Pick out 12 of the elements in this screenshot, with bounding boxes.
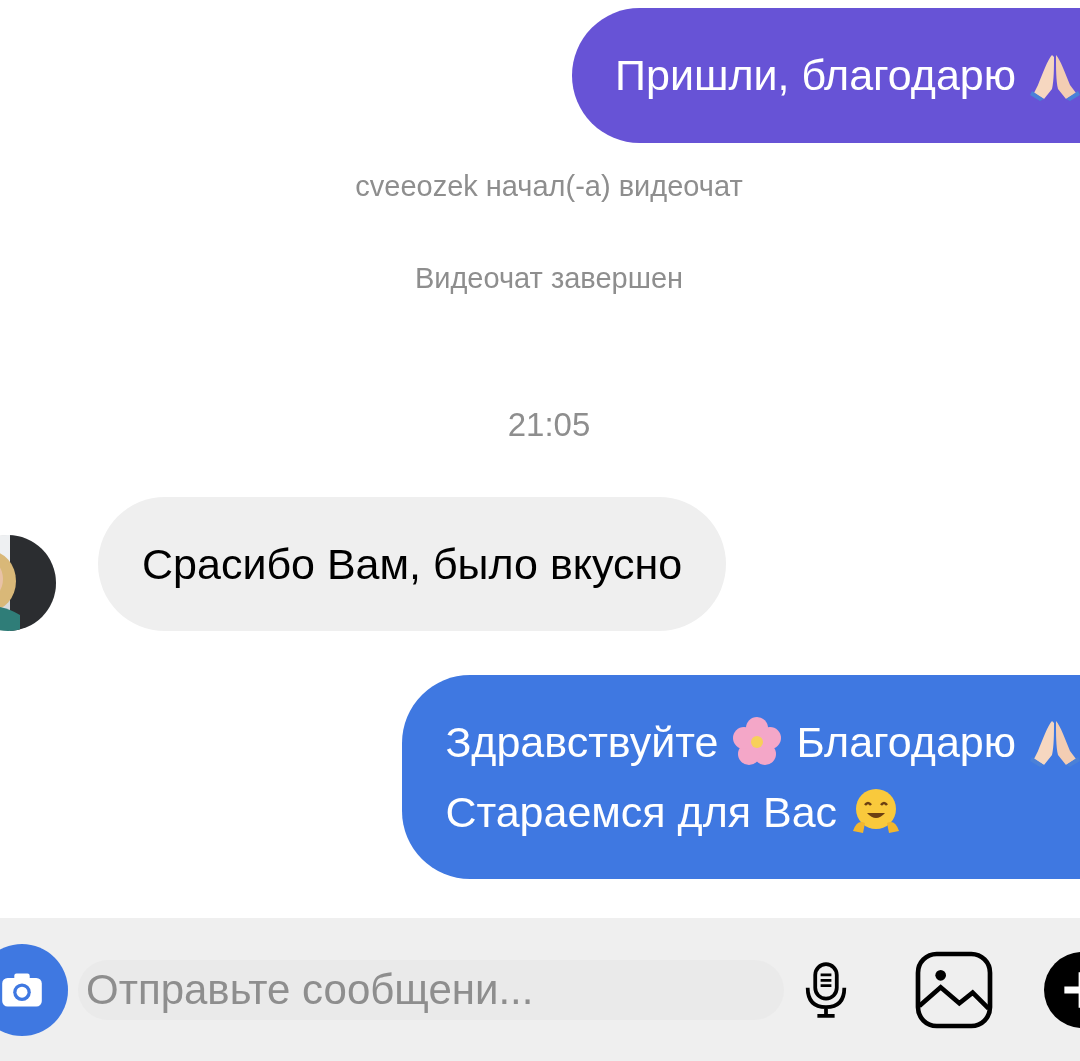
message-text: Срасибо Вам, было вкусно: [142, 539, 683, 589]
message-text: Здравствуйте: [445, 717, 719, 767]
system-message: cveeozek начал(-а) видеочат: [355, 169, 743, 203]
gallery-icon[interactable]: [914, 949, 994, 1030]
message-input[interactable]: Отправьте сообщени...: [78, 959, 784, 1020]
message-text: Пришли, благодарю: [615, 51, 1016, 100]
timestamp: 21:05: [507, 405, 591, 445]
system-message: Видеочат завершен: [414, 261, 684, 295]
microphone-icon[interactable]: [804, 961, 848, 1018]
flower-icon: [732, 717, 783, 767]
message-text: Стараемся для Вас: [445, 787, 838, 837]
message-text: Благодарю: [796, 717, 1016, 767]
